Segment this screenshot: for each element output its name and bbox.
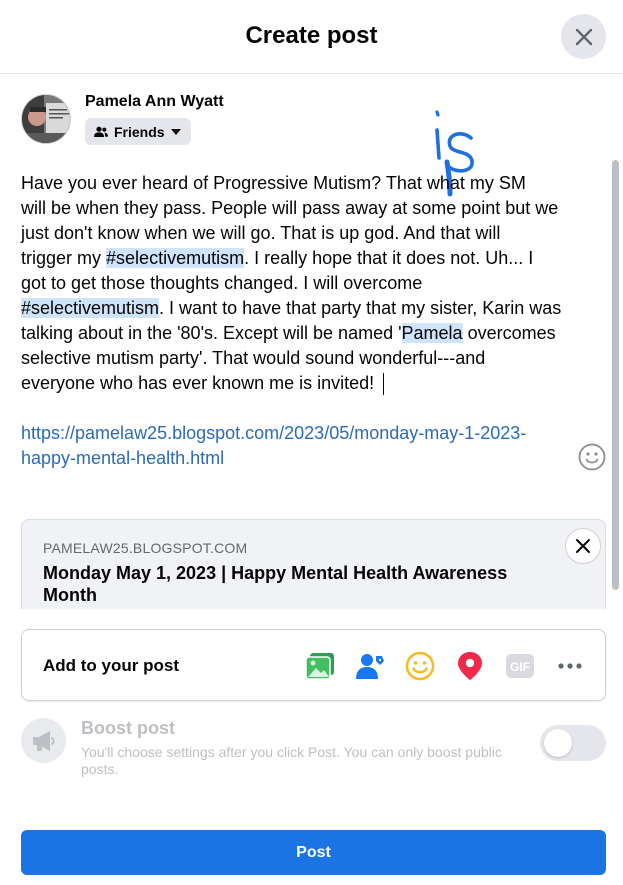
name-highlight[interactable]: Pamela — [401, 323, 463, 343]
more-options-icon — [558, 663, 582, 669]
photo-video-icon — [305, 653, 334, 680]
add-to-post-bar: Add to your post GIF — [21, 629, 606, 701]
close-dialog-button[interactable] — [561, 14, 606, 59]
scrollbar-thumb[interactable] — [612, 160, 619, 590]
dialog-header: Create post — [0, 0, 623, 74]
megaphone-icon — [32, 730, 54, 751]
post-text-line: Have you ever heard of Progressive Mutis… — [21, 173, 427, 193]
more-options-button[interactable] — [554, 650, 586, 682]
link-preview-card[interactable]: PAMELAW25.BLOGSPOT.COM Monday May 1, 202… — [21, 519, 606, 609]
post-text-line: just don't know when we will go. That is… — [21, 223, 501, 243]
post-text-line: selective mutism party'. That would soun… — [21, 348, 486, 368]
post-text-line: everyone who has ever known me is invite… — [21, 373, 380, 393]
check-in-button[interactable] — [454, 650, 486, 682]
avatar-image — [22, 95, 70, 143]
friends-icon — [94, 126, 108, 137]
toggle-knob — [544, 729, 572, 757]
boost-post-title: Boost post — [81, 718, 175, 738]
hashtag-selectivemutism[interactable]: #selectivemutism — [21, 298, 160, 318]
boost-post-description: You'll choose settings after you click P… — [81, 744, 502, 777]
link-preview-title: Monday May 1, 2023 | Happy Mental Health… — [43, 563, 508, 605]
post-text-line: trigger my — [21, 248, 107, 268]
post-text-line: will be when they pass. People will pass… — [21, 198, 559, 218]
post-text-editor[interactable]: Have you ever heard of Progressive Mutis… — [21, 171, 596, 396]
emoji-icon[interactable] — [578, 443, 606, 471]
check-in-icon — [458, 652, 482, 680]
post-button[interactable]: Post — [21, 830, 606, 875]
close-icon — [575, 28, 592, 45]
post-text-line: what my SM — [426, 173, 526, 193]
add-to-post-label: Add to your post — [43, 656, 179, 675]
post-text-line: overcomes — [462, 323, 556, 343]
post-text-line: . I really hope that it does not. Uh... … — [244, 248, 534, 268]
link-preview-domain: PAMELAW25.BLOGSPOT.COM — [43, 540, 248, 556]
gif-button[interactable]: GIF — [504, 650, 536, 682]
feeling-activity-button[interactable] — [404, 650, 436, 682]
tag-people-icon — [356, 654, 384, 679]
post-link[interactable]: https://pamelaw25.blogspot.com/2023/05/m… — [21, 421, 581, 471]
close-icon — [576, 539, 590, 553]
post-link-line: https://pamelaw25.blogspot.com/2023/05/m… — [21, 423, 527, 443]
audience-selector-button[interactable]: Friends — [85, 118, 191, 145]
boost-post-icon-wrap — [21, 718, 66, 763]
tag-people-button[interactable] — [354, 650, 386, 682]
remove-preview-button[interactable] — [565, 528, 601, 564]
svg-text:GIF: GIF — [510, 660, 530, 674]
photo-video-button[interactable] — [304, 650, 336, 682]
feeling-activity-icon — [405, 651, 435, 681]
post-link-line: happy-mental-health.html — [21, 448, 225, 468]
audience-label: Friends — [114, 123, 165, 140]
post-text-line: . I want to have that party that my sist… — [159, 298, 562, 318]
hashtag-selectivemutism[interactable]: #selectivemutism — [106, 248, 245, 268]
caret-down-icon — [170, 128, 181, 135]
dialog-title: Create post — [245, 22, 378, 49]
user-name[interactable]: Pamela Ann Wyatt — [85, 93, 224, 111]
boost-post-toggle[interactable] — [540, 725, 606, 761]
gif-icon: GIF — [506, 654, 534, 678]
avatar — [21, 94, 71, 144]
post-text-line: got to get those thoughts changed. I wil… — [21, 273, 423, 293]
text-cursor — [383, 373, 385, 396]
post-text-line: talking about in the '80's. Except will … — [21, 323, 402, 343]
